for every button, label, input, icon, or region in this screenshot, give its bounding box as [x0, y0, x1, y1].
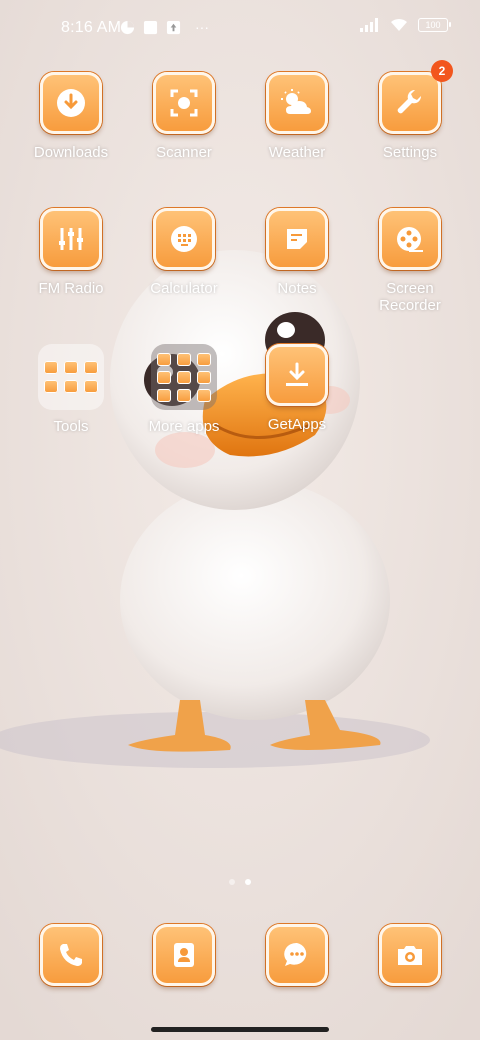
- download-tray-icon: [266, 344, 328, 406]
- status-time: 8:16 AM: [61, 19, 122, 36]
- app-getapps[interactable]: GetApps: [242, 344, 352, 454]
- calculator-icon: [153, 208, 215, 270]
- dock-contacts[interactable]: [129, 924, 239, 1034]
- app-label-calculator: Calculator: [150, 280, 218, 297]
- battery-icon: 100: [418, 17, 451, 32]
- folder-tools[interactable]: Tools: [16, 344, 126, 454]
- battery-level: 100: [425, 19, 441, 30]
- page-dot-1[interactable]: [229, 879, 235, 885]
- scanner-icon: [153, 72, 215, 134]
- dock-phone[interactable]: [16, 924, 126, 1034]
- film-reel-icon: [379, 208, 441, 270]
- phone-icon: [40, 924, 102, 986]
- messages-icon: [266, 924, 328, 986]
- app-fm-radio[interactable]: FM Radio: [16, 208, 126, 318]
- equalizer-icon: [40, 208, 102, 270]
- app-label-downloads: Downloads: [33, 144, 109, 161]
- notes-icon: [266, 208, 328, 270]
- app-label-getapps: GetApps: [267, 416, 327, 433]
- app-settings[interactable]: 2 Settings: [355, 60, 465, 182]
- wifi-icon: [391, 18, 407, 31]
- download-icon: [40, 72, 102, 134]
- dock-messages[interactable]: [242, 924, 352, 1034]
- app-label-notes: Notes: [277, 280, 317, 297]
- folder-icon: [151, 344, 217, 410]
- system-icons: 100: [360, 17, 451, 32]
- pie-chart-icon: [120, 20, 135, 34]
- app-label-weather: Weather: [268, 144, 326, 161]
- more-notifications-indicator: ···: [195, 19, 209, 35]
- app-screen-recorder[interactable]: Screen Recorder: [355, 208, 465, 318]
- app-weather[interactable]: Weather: [242, 72, 352, 182]
- app-scanner[interactable]: Scanner: [129, 72, 239, 182]
- app-calculator[interactable]: Calculator: [129, 208, 239, 318]
- upload-notification-icon: [166, 20, 181, 34]
- notification-badge: 2: [431, 60, 453, 82]
- folder-label-more-apps: More apps: [148, 418, 220, 435]
- page-indicator[interactable]: [229, 879, 251, 885]
- signal-icon: [360, 17, 378, 32]
- wrench-icon: 2: [379, 60, 453, 134]
- folder-icon: [38, 344, 104, 410]
- app-label-screen-recorder: Screen Recorder: [379, 280, 441, 314]
- status-bar: 8:16 AM ··· 100: [0, 0, 480, 56]
- app-label-fm-radio: FM Radio: [38, 280, 104, 297]
- contacts-icon: [153, 924, 215, 986]
- app-label-settings: Settings: [382, 144, 438, 161]
- home-indicator[interactable]: [151, 1027, 329, 1032]
- notification-icons: ···: [120, 19, 209, 35]
- app-notification-icon: [143, 20, 158, 34]
- camera-icon: [379, 924, 441, 986]
- app-label-scanner: Scanner: [156, 144, 212, 161]
- app-notes[interactable]: Notes: [242, 208, 352, 318]
- app-downloads[interactable]: Downloads: [16, 72, 126, 182]
- page-dot-2[interactable]: [245, 879, 251, 885]
- weather-icon: [266, 72, 328, 134]
- folder-label-tools: Tools: [53, 418, 89, 435]
- dock-camera[interactable]: [355, 924, 465, 1034]
- folder-more-apps[interactable]: More apps: [129, 344, 239, 454]
